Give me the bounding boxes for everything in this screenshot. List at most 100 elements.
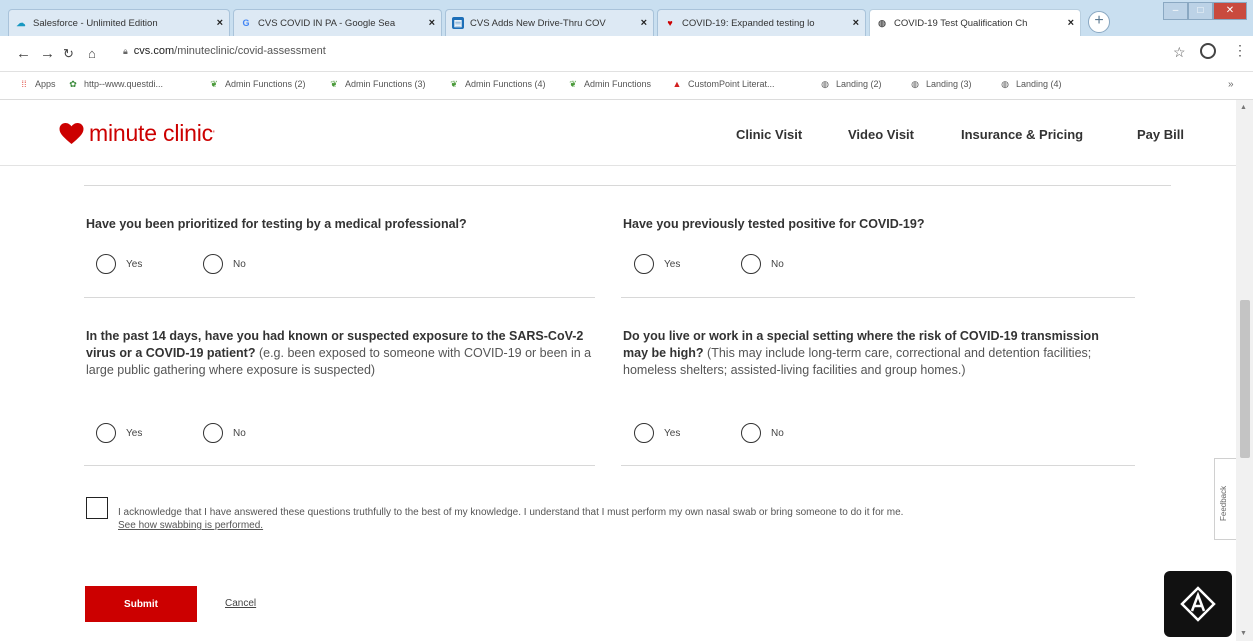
bookmark-label: Admin Functions (2) bbox=[225, 79, 306, 89]
forward-arrow-icon[interactable]: → bbox=[40, 45, 55, 62]
feedback-label: Feedback bbox=[1219, 485, 1228, 521]
back-arrow-icon[interactable]: ← bbox=[16, 45, 31, 62]
question-prioritized: Have you been prioritized for testing by… bbox=[86, 216, 596, 233]
bookmarks-bar: ⁞⁞ Apps ✿ http--www.questdi... ❦ Admin Func… bbox=[0, 72, 1253, 100]
accessibility-icon bbox=[1180, 586, 1216, 622]
url-field[interactable]: 🔒︎ cvs.com/minuteclinic/covid-assessment bbox=[123, 41, 326, 61]
option-yes[interactable]: Yes bbox=[634, 254, 680, 274]
scroll-down-arrow-icon[interactable]: ▼ bbox=[1240, 630, 1247, 637]
radio-button[interactable] bbox=[741, 254, 761, 274]
maximize-button[interactable]: □ bbox=[1187, 2, 1213, 20]
nav-insurance-pricing[interactable]: Insurance & Pricing bbox=[961, 127, 1083, 142]
home-icon[interactable]: ⌂ bbox=[88, 46, 96, 61]
browser-menu-icon[interactable]: ⋮ bbox=[1233, 42, 1247, 59]
url-path: /minuteclinic/covid-assessment bbox=[174, 45, 326, 57]
option-yes[interactable]: Yes bbox=[96, 254, 142, 274]
divider bbox=[84, 465, 595, 466]
browser-tab-google[interactable]: G CVS COVID IN PA - Google Sea × bbox=[233, 9, 442, 36]
quest-icon: ✿ bbox=[69, 79, 77, 89]
salesforce-icon: ☁ bbox=[16, 17, 26, 28]
submit-button[interactable]: Submit bbox=[85, 586, 197, 622]
acknowledge-checkbox[interactable] bbox=[86, 497, 108, 519]
window-close-button[interactable]: ✕ bbox=[1212, 2, 1247, 20]
scrollbar-thumb[interactable] bbox=[1240, 300, 1250, 458]
option-label: Yes bbox=[126, 258, 143, 270]
browser-tab-active[interactable]: ◍ COVID-19 Test Qualification Ch × bbox=[869, 9, 1081, 36]
triangle-icon: ▲ bbox=[672, 79, 682, 89]
tab-title: COVID-19: Expanded testing lo bbox=[682, 17, 815, 29]
bookmarks-overflow-icon[interactable]: » bbox=[1228, 79, 1234, 90]
bookmark-quest[interactable]: ✿ http--www.questdi... bbox=[68, 79, 163, 89]
option-no[interactable]: No bbox=[741, 254, 784, 274]
news-icon: ▤ bbox=[452, 17, 464, 29]
bookmark-apps[interactable]: ⁞⁞ Apps bbox=[19, 79, 55, 89]
radio-button[interactable] bbox=[634, 254, 654, 274]
close-tab-icon[interactable]: × bbox=[1068, 17, 1074, 29]
bookmark-admin-4[interactable]: ❦ Admin Functions (4) bbox=[449, 79, 546, 89]
radio-button[interactable] bbox=[203, 254, 223, 274]
close-tab-icon[interactable]: × bbox=[853, 17, 859, 29]
option-no[interactable]: No bbox=[203, 423, 246, 443]
new-tab-button[interactable]: + bbox=[1088, 11, 1110, 33]
feedback-tab[interactable]: Feedback bbox=[1214, 458, 1236, 540]
option-label: No bbox=[771, 258, 784, 270]
option-yes[interactable]: Yes bbox=[96, 423, 142, 443]
reload-icon[interactable]: ↻ bbox=[63, 46, 74, 62]
bookmark-admin-3[interactable]: ❦ Admin Functions (3) bbox=[329, 79, 426, 89]
tab-title: COVID-19 Test Qualification Ch bbox=[894, 17, 1028, 29]
option-label: No bbox=[771, 427, 784, 439]
acknowledge-text: I acknowledge that I have answered these… bbox=[118, 507, 904, 518]
browser-tab-salesforce[interactable]: ☁ Salesforce - Unlimited Edition × bbox=[8, 9, 230, 36]
browser-tab-bar: ☁ Salesforce - Unlimited Edition × G CVS… bbox=[0, 0, 1253, 36]
address-bar: ← → ↻ ⌂ 🔒︎ cvs.com/minuteclinic/covid-ass… bbox=[0, 36, 1253, 72]
radio-button[interactable] bbox=[741, 423, 761, 443]
bookmark-star-icon[interactable]: ☆ bbox=[1173, 44, 1186, 61]
minute-clinic-logo[interactable]: minute clinic ' bbox=[59, 120, 215, 147]
bookmark-label: Landing (2) bbox=[836, 79, 882, 89]
question-exposure: In the past 14 days, have you had known … bbox=[86, 328, 596, 379]
close-tab-icon[interactable]: × bbox=[641, 17, 647, 29]
radio-button[interactable] bbox=[203, 423, 223, 443]
option-label: No bbox=[233, 258, 246, 270]
option-no[interactable]: No bbox=[741, 423, 784, 443]
nav-clinic-visit[interactable]: Clinic Visit bbox=[736, 127, 802, 142]
close-tab-icon[interactable]: × bbox=[429, 17, 435, 29]
nav-pay-bill[interactable]: Pay Bill bbox=[1137, 127, 1184, 142]
bookmark-landing-4[interactable]: ◍ Landing (4) bbox=[1000, 79, 1062, 89]
close-tab-icon[interactable]: × bbox=[217, 17, 223, 29]
radio-button[interactable] bbox=[96, 254, 116, 274]
cancel-link[interactable]: Cancel bbox=[225, 598, 256, 609]
swabbing-info-link[interactable]: See how swabbing is performed. bbox=[118, 520, 263, 531]
lock-icon: 🔒︎ bbox=[123, 46, 128, 56]
bookmark-label: Admin Functions (4) bbox=[465, 79, 546, 89]
bookmark-admin[interactable]: ❦ Admin Functions bbox=[568, 79, 651, 89]
browser-tab-cvs-testing[interactable]: ♥ COVID-19: Expanded testing lo × bbox=[657, 9, 866, 36]
browser-tab-news[interactable]: ▤ CVS Adds New Drive-Thru COV × bbox=[445, 9, 654, 36]
minimize-button[interactable]: – bbox=[1163, 2, 1188, 20]
divider bbox=[621, 465, 1135, 466]
bookmark-landing-3[interactable]: ◍ Landing (3) bbox=[910, 79, 971, 89]
radio-button[interactable] bbox=[96, 423, 116, 443]
bookmark-landing-2[interactable]: ◍ Landing (2) bbox=[820, 79, 882, 89]
accessibility-widget-button[interactable] bbox=[1164, 571, 1232, 637]
url-host: cvs.com bbox=[133, 45, 175, 57]
bookmark-label: http--www.questdi... bbox=[84, 79, 164, 89]
radio-button[interactable] bbox=[634, 423, 654, 443]
scroll-up-arrow-icon[interactable]: ▲ bbox=[1240, 104, 1247, 111]
option-no[interactable]: No bbox=[203, 254, 246, 274]
globe-icon: ◍ bbox=[911, 79, 919, 89]
leaf-icon: ❦ bbox=[330, 79, 338, 89]
bookmark-admin-2[interactable]: ❦ Admin Functions (2) bbox=[209, 79, 306, 89]
bookmark-custompoint[interactable]: ▲ CustomPoint Literat... bbox=[672, 79, 775, 89]
question-text: Have you been prioritized for testing by… bbox=[86, 217, 467, 231]
cvs-heart-icon: ♥ bbox=[667, 18, 673, 28]
option-yes[interactable]: Yes bbox=[634, 423, 680, 443]
bookmark-label: CustomPoint Literat... bbox=[688, 79, 775, 89]
nav-video-visit[interactable]: Video Visit bbox=[848, 127, 914, 142]
globe-icon: ◍ bbox=[878, 17, 886, 28]
bookmark-label: Admin Functions (3) bbox=[345, 79, 426, 89]
profile-icon[interactable] bbox=[1200, 43, 1216, 59]
option-label: Yes bbox=[664, 427, 681, 439]
site-header: minute clinic ' Clinic Visit Video Visit … bbox=[0, 100, 1236, 166]
bookmark-label: Landing (4) bbox=[1016, 79, 1062, 89]
